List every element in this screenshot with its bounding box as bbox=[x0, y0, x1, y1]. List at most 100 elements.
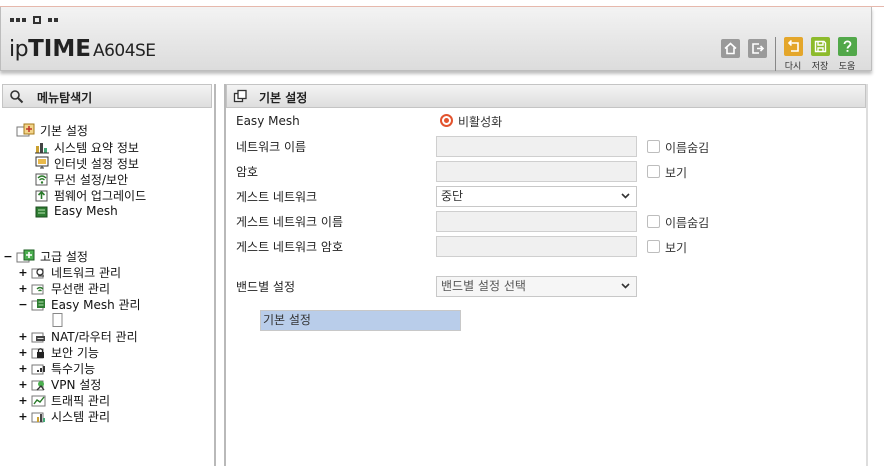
show-password-label[interactable]: 보기 bbox=[665, 164, 687, 181]
tree-label: VPN 설정 bbox=[51, 377, 102, 392]
band-setting-select[interactable]: 밴드별 설정 선택 bbox=[436, 276, 637, 297]
tree-label: 기본 설정 bbox=[40, 123, 88, 138]
guest-hide-name-checkbox[interactable] bbox=[647, 215, 660, 228]
content-title-bar: 기본 설정 bbox=[226, 84, 866, 108]
wifi-icon bbox=[34, 172, 50, 186]
expand-toggle[interactable]: + bbox=[18, 362, 28, 375]
easy-mesh-label: Easy Mesh bbox=[236, 114, 300, 128]
tree-item-network-mgmt[interactable]: + 네트워크 관리 bbox=[18, 264, 121, 280]
tree-label: 보안 기능 bbox=[51, 345, 99, 360]
tree-label: 무선랜 관리 bbox=[51, 281, 111, 296]
tree-item-easy-mesh-mgmt[interactable]: − Easy Mesh 관리 bbox=[18, 296, 141, 312]
mesh-icon bbox=[34, 204, 50, 218]
tree-label: 시스템 요약 정보 bbox=[54, 140, 139, 155]
network-name-label: 네트워크 이름 bbox=[236, 139, 307, 154]
save-icon bbox=[814, 40, 827, 53]
guest-hide-name-label[interactable]: 이름숨김 bbox=[665, 214, 709, 231]
brand-dots-icon bbox=[10, 16, 58, 24]
tree-item-special-features[interactable]: + 특수기능 bbox=[18, 360, 95, 376]
home-button[interactable] bbox=[721, 39, 740, 58]
logo-model: A604SE bbox=[92, 41, 156, 61]
expand-toggle[interactable]: + bbox=[18, 410, 28, 423]
tree-item-easy-mesh[interactable]: Easy Mesh bbox=[34, 203, 118, 219]
network-name-input[interactable] bbox=[436, 136, 637, 157]
tree-label: Easy Mesh bbox=[54, 204, 118, 218]
tree-item-traffic[interactable]: + 트래픽 관리 bbox=[18, 392, 110, 408]
tree-item-mesh-basic-settings[interactable]: 기본 설정 bbox=[50, 309, 461, 331]
guest-show-password-checkbox[interactable] bbox=[647, 240, 660, 253]
copy-window-icon bbox=[233, 89, 248, 104]
tree-item-security[interactable]: + 보안 기능 bbox=[18, 344, 99, 360]
tree-label: 시스템 관리 bbox=[51, 409, 111, 424]
tree-item-firmware-upgrade[interactable]: 펌웨어 업그레이드 bbox=[34, 187, 146, 203]
logo-prefix: ip bbox=[9, 37, 29, 62]
expand-toggle[interactable]: + bbox=[18, 346, 28, 359]
mesh-icon bbox=[31, 297, 47, 311]
reset-label[interactable]: 다시 bbox=[780, 59, 806, 72]
collapse-toggle[interactable]: − bbox=[18, 298, 28, 311]
easy-mesh-disable-radio[interactable] bbox=[440, 114, 453, 127]
tree-item-wireless-security[interactable]: 무선 설정/보안 bbox=[34, 171, 128, 187]
expand-toggle[interactable]: + bbox=[18, 378, 28, 391]
save-button[interactable] bbox=[811, 37, 830, 56]
expand-toggle[interactable]: + bbox=[18, 282, 28, 295]
header: ipTIME A604SE 다시 저장 도움 bbox=[0, 7, 872, 72]
tree-item-system-summary[interactable]: 시스템 요약 정보 bbox=[34, 139, 139, 155]
tree-label: NAT/라우터 관리 bbox=[51, 329, 138, 344]
tree-label: 네트워크 관리 bbox=[51, 265, 122, 280]
folder-settings-icon bbox=[16, 123, 36, 137]
menu-explorer-panel: 메뉴탐색기 기본 설정 시스템 요약 정보 인터넷 설정 정보 무선 설정/보안… bbox=[0, 84, 461, 466]
tree-item-internet-info[interactable]: 인터넷 설정 정보 bbox=[34, 155, 139, 171]
home-icon bbox=[724, 42, 737, 55]
guest-network-password-input[interactable] bbox=[436, 236, 637, 257]
expand-toggle[interactable]: + bbox=[18, 330, 28, 343]
tree-label: 인터넷 설정 정보 bbox=[54, 156, 139, 171]
guest-network-value: 중단 bbox=[441, 189, 464, 203]
save-label[interactable]: 저장 bbox=[807, 59, 833, 72]
content-panel: 기본 설정 Easy Mesh 비활성화 네트워크 이름 이름숨김 암호 보기 … bbox=[224, 84, 868, 466]
guest-network-select[interactable]: 중단 bbox=[436, 186, 637, 207]
show-password-checkbox[interactable] bbox=[647, 165, 660, 178]
tree-folder-advanced-settings[interactable]: − 고급 설정 bbox=[3, 248, 88, 264]
tree-item-vpn[interactable]: + VPN 설정 bbox=[18, 376, 101, 392]
tree-item-system-mgmt[interactable]: + 시스템 관리 bbox=[18, 408, 110, 424]
band-setting-label: 밴드별 설정 bbox=[236, 279, 296, 294]
chevron-down-icon bbox=[620, 280, 631, 291]
tree-label: 특수기능 bbox=[51, 361, 96, 376]
upgrade-icon bbox=[34, 188, 50, 202]
guest-network-name-label: 게스트 네트워크 이름 bbox=[236, 214, 343, 229]
monitor-icon bbox=[34, 156, 50, 170]
tree-item-wlan-mgmt[interactable]: + 무선랜 관리 bbox=[18, 280, 110, 296]
network-icon bbox=[31, 265, 47, 279]
menu-explorer-title-bar: 메뉴탐색기 bbox=[2, 84, 212, 108]
tree-item-nat-router[interactable]: + NAT/라우터 관리 bbox=[18, 328, 138, 344]
help-button[interactable] bbox=[838, 37, 857, 56]
reset-button[interactable] bbox=[784, 37, 803, 56]
menu-explorer-title: 메뉴탐색기 bbox=[37, 91, 93, 105]
easy-mesh-disable-label[interactable]: 비활성화 bbox=[458, 113, 502, 130]
hide-name-label[interactable]: 이름숨김 bbox=[665, 139, 709, 156]
collapse-toggle[interactable]: − bbox=[3, 250, 13, 263]
hide-name-checkbox[interactable] bbox=[647, 140, 660, 153]
lock-icon bbox=[31, 345, 47, 359]
tree-label: 트래픽 관리 bbox=[51, 393, 111, 408]
logout-button[interactable] bbox=[748, 39, 767, 58]
tree-folder-basic-settings[interactable]: 기본 설정 bbox=[16, 122, 88, 138]
chart-icon bbox=[31, 409, 47, 423]
password-input[interactable] bbox=[436, 161, 637, 182]
top-strip bbox=[0, 0, 884, 7]
router-icon bbox=[31, 329, 47, 343]
password-label: 암호 bbox=[236, 164, 259, 179]
tree-label: Easy Mesh 관리 bbox=[51, 297, 141, 312]
logo-main: TIME bbox=[28, 36, 91, 62]
vpn-icon bbox=[31, 377, 47, 391]
undo-icon bbox=[787, 39, 799, 52]
help-label[interactable]: 도움 bbox=[834, 59, 860, 72]
band-setting-value: 밴드별 설정 선택 bbox=[441, 279, 526, 293]
tree-label: 무선 설정/보안 bbox=[54, 172, 129, 187]
folder-settings-icon bbox=[16, 249, 36, 263]
guest-network-name-input[interactable] bbox=[436, 211, 637, 232]
expand-toggle[interactable]: + bbox=[18, 394, 28, 407]
expand-toggle[interactable]: + bbox=[18, 266, 28, 279]
guest-show-password-label[interactable]: 보기 bbox=[665, 239, 687, 256]
